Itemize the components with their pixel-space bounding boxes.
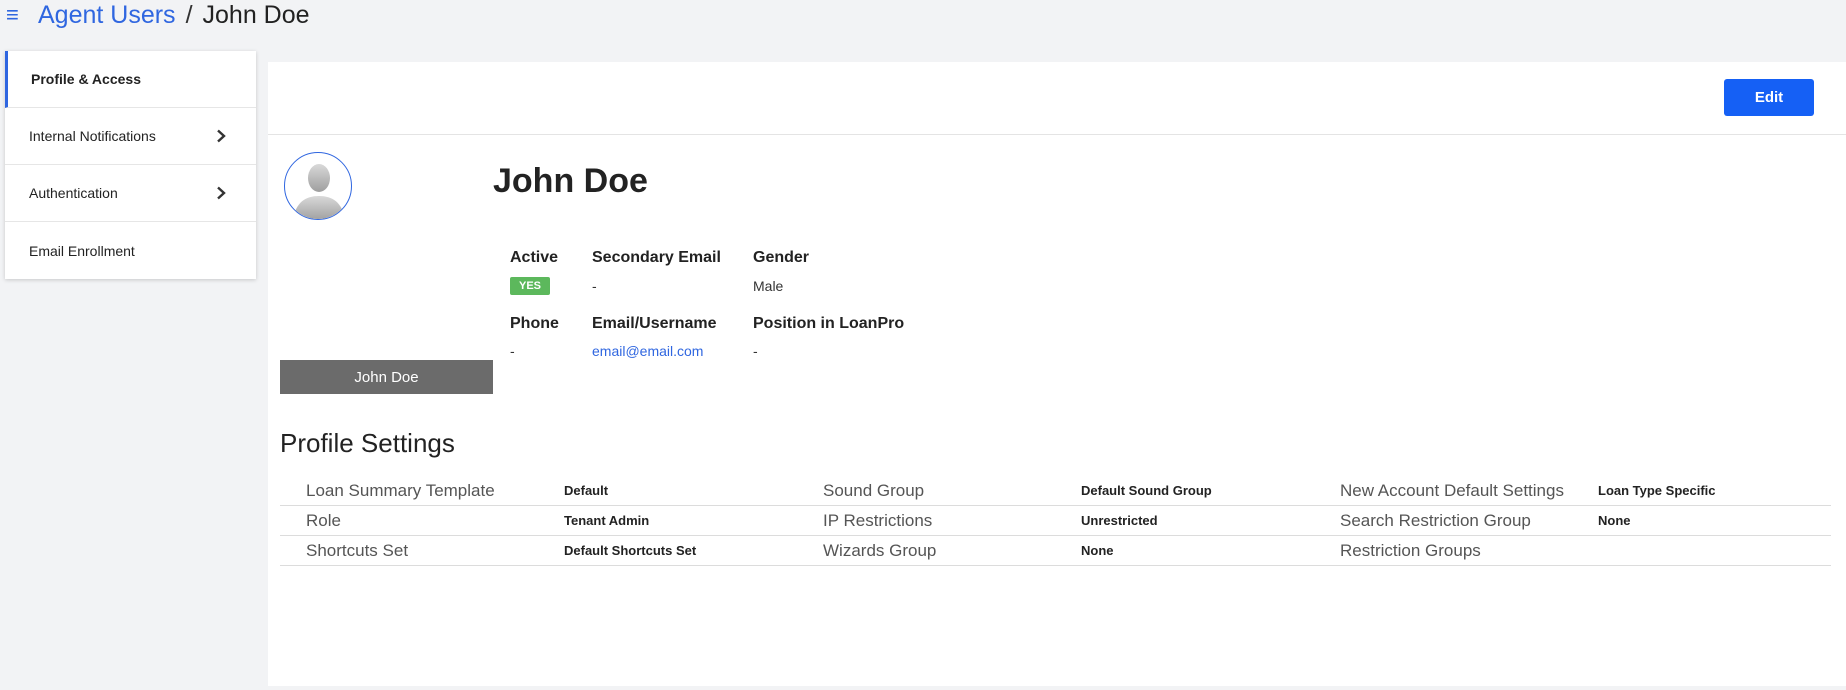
settings-row-restriction-groups: Restriction Groups: [1314, 536, 1831, 566]
active-status-badge: YES: [510, 277, 551, 295]
settings-label: New Account Default Settings: [1340, 481, 1564, 500]
secondary-email-label: Secondary Email: [592, 249, 721, 266]
settings-value: Default Sound Group: [1081, 483, 1212, 498]
settings-label: Loan Summary Template: [306, 481, 495, 500]
settings-label: IP Restrictions: [823, 511, 933, 530]
settings-value: None: [1081, 543, 1114, 558]
profile-settings-title: Profile Settings: [280, 428, 455, 458]
settings-row-wizards-group: Wizards Group None: [797, 536, 1314, 566]
settings-label: Shortcuts Set: [306, 541, 409, 560]
phone-value: -: [510, 343, 515, 359]
secondary-email-value: -: [592, 278, 597, 294]
settings-label: Search Restriction Group: [1340, 511, 1531, 530]
email-username-link[interactable]: email@email.com: [592, 343, 703, 359]
sidebar-item-label: Profile & Access: [31, 71, 141, 87]
position-value: -: [753, 343, 758, 359]
settings-row-role: Role Tenant Admin: [280, 506, 797, 536]
sidebar-item-label: Email Enrollment: [29, 242, 135, 259]
settings-column-3: New Account Default Settings Loan Type S…: [1314, 476, 1831, 566]
settings-row-sound-group: Sound Group Default Sound Group: [797, 476, 1314, 506]
breadcrumb-agent-users-link[interactable]: Agent Users: [38, 1, 176, 30]
settings-row-shortcuts-set: Shortcuts Set Default Shortcuts Set: [280, 536, 797, 566]
sidebar-item-email-enrollment[interactable]: Email Enrollment: [5, 222, 256, 279]
settings-value: Default Shortcuts Set: [564, 543, 697, 558]
settings-label: Sound Group: [823, 481, 925, 500]
sidebar-item-internal-notifications[interactable]: Internal Notifications: [5, 108, 256, 165]
user-silhouette-icon: [293, 164, 345, 219]
position-label: Position in LoanPro: [753, 315, 905, 332]
breadcrumb-separator: /: [185, 0, 193, 29]
email-username-label: Email/Username: [592, 315, 717, 332]
settings-label: Restriction Groups: [1340, 541, 1481, 560]
breadcrumb-current: John Doe: [202, 0, 310, 29]
hamburger-menu-icon[interactable]: ≡: [6, 4, 28, 26]
avatar-name-bar: John Doe: [280, 360, 493, 394]
settings-column-2: Sound Group Default Sound Group IP Restr…: [797, 476, 1314, 566]
settings-value: Default: [564, 483, 609, 498]
settings-value: Unrestricted: [1081, 513, 1158, 528]
settings-row-new-account-default-settings: New Account Default Settings Loan Type S…: [1314, 476, 1831, 506]
settings-row-ip-restrictions: IP Restrictions Unrestricted: [797, 506, 1314, 536]
chevron-right-icon: [217, 129, 226, 143]
settings-value: Loan Type Specific: [1598, 483, 1716, 498]
settings-label: Wizards Group: [823, 541, 937, 560]
sidebar-item-profile-access[interactable]: Profile & Access: [5, 51, 256, 108]
edit-button[interactable]: Edit: [1724, 79, 1814, 116]
panel-header: Edit: [268, 62, 1846, 135]
settings-row-loan-summary-template: Loan Summary Template Default: [280, 476, 797, 506]
gender-label: Gender: [753, 249, 810, 266]
sidebar-nav: Profile & Access Internal Notifications …: [5, 51, 256, 279]
sidebar-item-label: Internal Notifications: [29, 128, 156, 144]
avatar: [284, 152, 352, 220]
active-label: Active: [510, 249, 559, 266]
phone-label: Phone: [510, 315, 559, 332]
gender-value: Male: [753, 278, 784, 294]
settings-column-1: Loan Summary Template Default Role Tenan…: [280, 476, 797, 566]
settings-row-search-restriction-group: Search Restriction Group None: [1314, 506, 1831, 536]
sidebar-item-authentication[interactable]: Authentication: [5, 165, 256, 222]
settings-value: Tenant Admin: [564, 513, 650, 528]
profile-name-heading: John Doe: [493, 162, 648, 200]
chevron-right-icon: [217, 186, 226, 200]
profile-panel: Edit John Doe John Doe Active YES Second…: [268, 62, 1846, 686]
breadcrumb: ≡ Agent Users / John Doe: [6, 0, 310, 30]
settings-label: Role: [306, 511, 341, 530]
settings-value: None: [1598, 513, 1631, 528]
sidebar-item-label: Authentication: [29, 185, 118, 201]
